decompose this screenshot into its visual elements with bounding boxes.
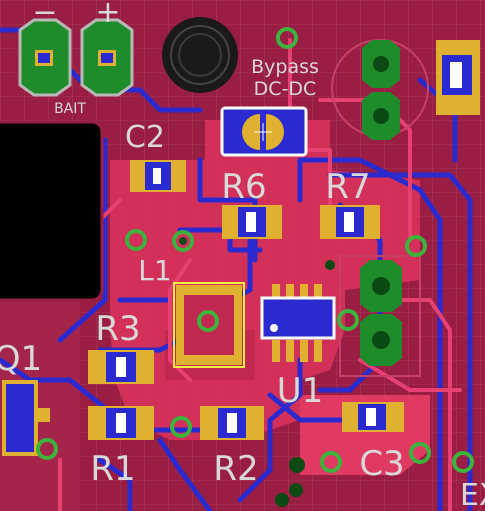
bypass-jumper: [220, 106, 308, 157]
capacitor-c2: [130, 160, 186, 192]
c2-label: C2: [125, 120, 165, 155]
resistor-r1: [88, 406, 154, 440]
battery-plus-label: +: [95, 0, 120, 30]
dcdc-label: DC-DC: [254, 78, 317, 100]
r6-label: R6: [221, 167, 266, 207]
battery-minus-label: −: [32, 0, 57, 30]
pcb-board: − + BAIT Bypass DC-DC C2 R6 R7 L1 U1 R3 …: [0, 0, 485, 511]
edge-smd-part: [436, 40, 480, 115]
u1-label: U1: [277, 371, 324, 411]
resistor-r2: [200, 406, 264, 440]
r7-label: R7: [325, 167, 370, 207]
q1-label: Q1: [0, 339, 42, 379]
ex-label: EX: [460, 478, 485, 511]
l1-label: L1: [138, 254, 171, 287]
r2-label: R2: [213, 449, 258, 489]
bypass-label: Bypass: [251, 56, 319, 78]
resistor-r7: [320, 205, 380, 239]
battery-label: BAIT: [54, 101, 86, 117]
r3-label: R3: [95, 309, 140, 349]
large-ic-body: [0, 120, 104, 302]
mounting-hole-icon: [162, 17, 238, 93]
pcb-layout: − + BAIT Bypass DC-DC C2 R6 R7 L1 U1 R3 …: [0, 0, 485, 511]
r1-label: R1: [90, 449, 135, 489]
capacitor-c3: [342, 402, 404, 432]
c3-label: C3: [359, 444, 404, 484]
resistor-r3: [88, 350, 154, 384]
resistor-r6: [222, 205, 282, 239]
inductor-l1: [173, 282, 245, 368]
